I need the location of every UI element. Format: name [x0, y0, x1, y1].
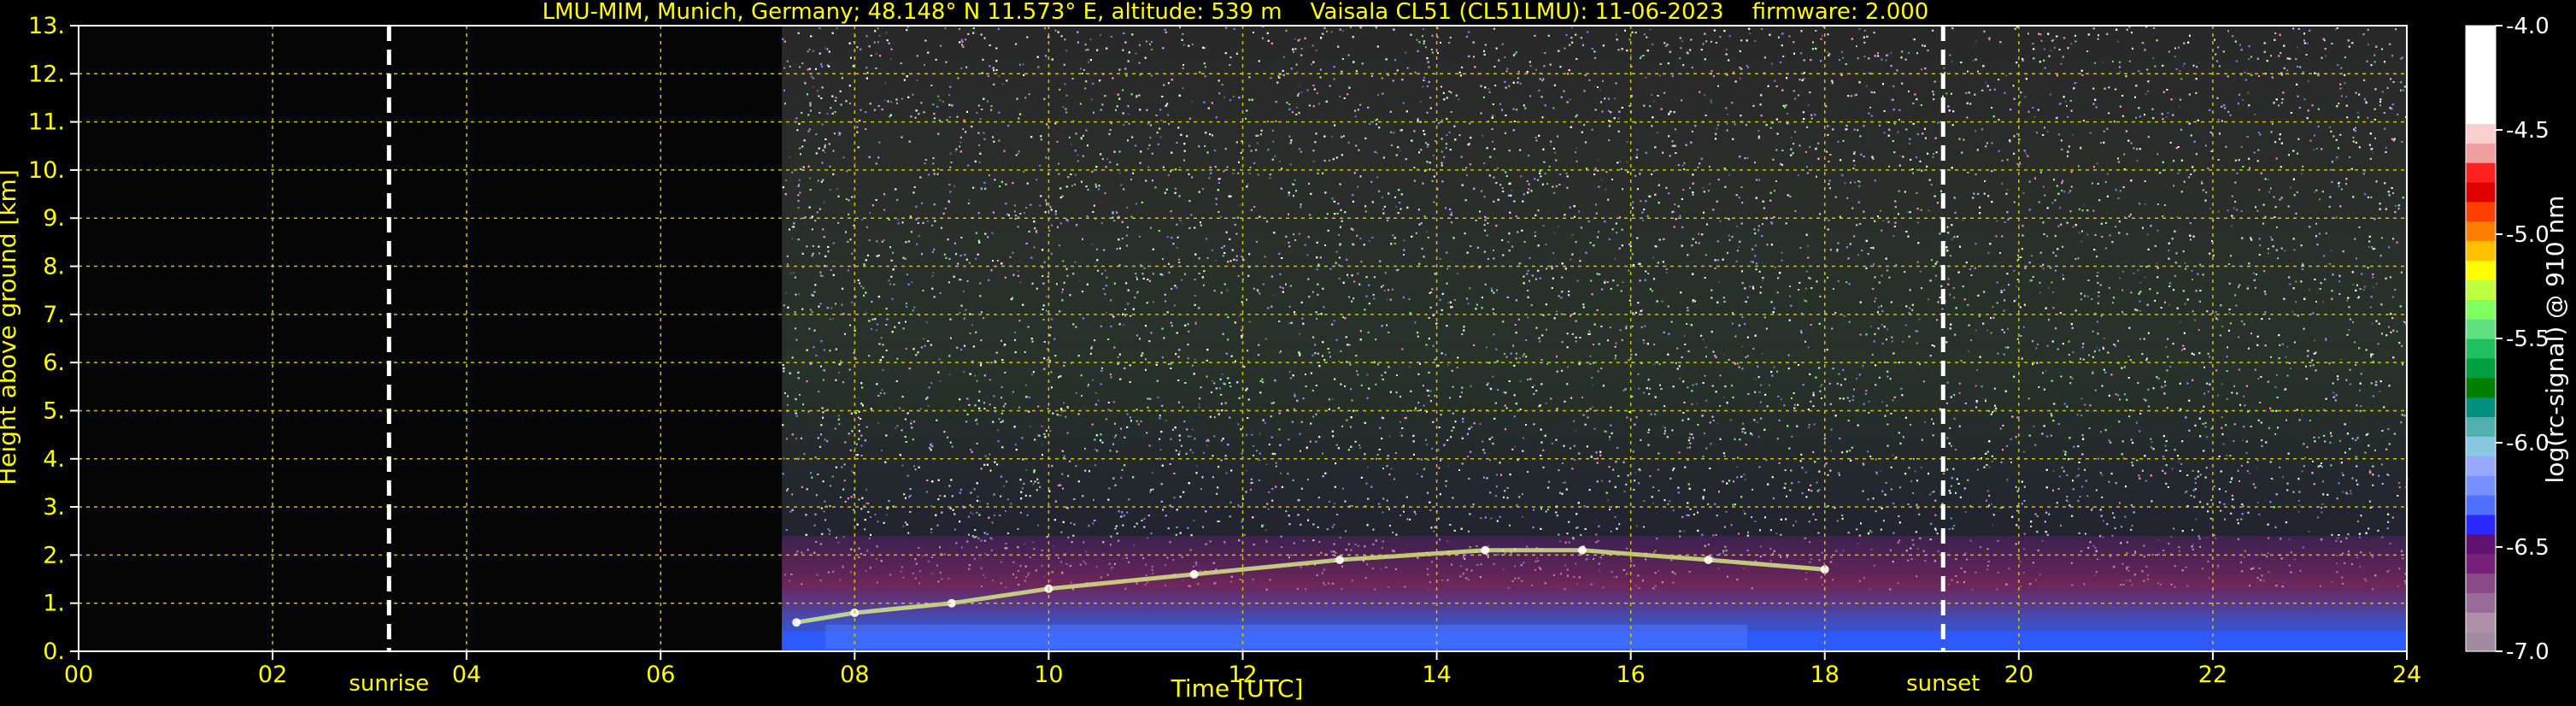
y-tick-label-1: 1. [43, 591, 65, 617]
x-tick-label-3: 06 [646, 662, 675, 688]
y-tick-label-11: 11. [28, 109, 65, 136]
y-tick-label-2: 2. [43, 542, 65, 568]
x-tick-label-5: 10 [1034, 662, 1063, 688]
colorbar-band-23 [2466, 182, 2496, 203]
y-tick-label-12: 12. [28, 61, 65, 87]
boundary-layer-point-4 [1189, 569, 1199, 579]
y-tick-label-5: 5. [43, 397, 65, 424]
colorbar-band-25 [2466, 143, 2496, 163]
x-tick-label-0: 00 [64, 662, 93, 688]
x-tick-label-11: 22 [2198, 662, 2227, 688]
boundary-layer-point-8 [1704, 556, 1713, 565]
x-tick-label-7: 14 [1422, 662, 1451, 688]
colorbar-band-14 [2466, 357, 2496, 379]
y-tick-label-3: 3. [43, 494, 65, 521]
colorbar-band-22 [2466, 201, 2496, 222]
surface-mixing-band [825, 625, 1747, 650]
x-tick-label-1: 02 [258, 662, 287, 688]
colorbar-band-2 [2466, 592, 2496, 613]
signal-heatmap [782, 26, 2409, 651]
colorbar-tick-label-1: -4.5 [2506, 118, 2550, 144]
colorbar-band-11 [2466, 416, 2496, 437]
colorbar-band-4 [2466, 553, 2496, 574]
colorbar-band-31 [2466, 26, 2496, 46]
x-axis-label: Time [UTC] [1171, 674, 1304, 703]
colorbar-band-18 [2466, 279, 2496, 300]
boundary-layer-point-5 [1335, 556, 1345, 565]
boundary-layer-point-7 [1577, 545, 1587, 555]
colorbar-band-30 [2466, 44, 2496, 66]
y-tick-label-10: 10. [28, 157, 65, 184]
x-tick-label-2: 04 [452, 662, 481, 688]
colorbar-band-27 [2466, 103, 2496, 124]
x-tick-label-4: 08 [840, 662, 869, 688]
x-tick-label-8: 16 [1616, 662, 1645, 688]
colorbar-band-21 [2466, 221, 2496, 242]
colorbar-band-10 [2466, 436, 2496, 456]
sunset-label: sunset [1906, 671, 1980, 697]
chart-title: LMU-MIM, Munich, Germany; 48.148° N 11.5… [543, 0, 1929, 25]
colorbar-band-28 [2466, 84, 2496, 105]
colorbar-tick-label-6: -7.0 [2506, 639, 2550, 665]
y-tick-label-8: 8. [43, 254, 65, 280]
colorbar-band-12 [2466, 397, 2496, 418]
y-tick-label-9: 9. [43, 205, 65, 232]
y-axis-label: Height above ground [km] [0, 169, 21, 485]
colorbar-band-29 [2466, 64, 2496, 85]
boundary-layer-point-0 [792, 618, 801, 627]
y-tick-label-0: 0. [43, 638, 65, 665]
colorbar-band-8 [2466, 475, 2496, 496]
x-tick-label-9: 18 [1810, 662, 1840, 688]
colorbar-band-3 [2466, 573, 2496, 593]
y-tick-label-13: 13. [28, 13, 65, 39]
colorbar-tick-label-0: -4.0 [2506, 14, 2550, 39]
colorbar-tick-label-5: -6.5 [2506, 535, 2550, 561]
x-tick-label-12: 24 [2392, 662, 2421, 688]
colorbar-band-0 [2466, 632, 2496, 652]
colorbar-band-17 [2466, 299, 2496, 320]
colorbar-label: log(rc-signal) @ 910 nm [2541, 196, 2569, 484]
lidar-chart: LMU-MIM, Munich, Germany; 48.148° N 11.5… [0, 0, 2576, 706]
colorbar-band-6 [2466, 514, 2496, 535]
colorbar-band-20 [2466, 240, 2496, 262]
colorbar-band-26 [2466, 123, 2496, 144]
plot-area: sunrise sunset 00 02 04 06 08 10 12 14 16 18 20 22 24… [28, 13, 2421, 697]
y-tick-label-6: 6. [43, 350, 65, 376]
y-tick-label-7: 7. [43, 302, 65, 328]
sunrise-label: sunrise [349, 671, 429, 697]
colorbar-band-24 [2466, 162, 2496, 183]
x-tick-label-10: 20 [2004, 662, 2033, 688]
colorbar-band-16 [2466, 319, 2496, 339]
colorbar-band-9 [2466, 456, 2496, 476]
colorbar-band-1 [2466, 612, 2496, 632]
colorbar-band-5 [2466, 533, 2496, 555]
colorbar-band-15 [2466, 338, 2496, 359]
colorbar-band-19 [2466, 260, 2496, 280]
boundary-layer-point-6 [1481, 545, 1490, 555]
colorbar-band-7 [2466, 495, 2496, 515]
y-tick-label-4: 4. [43, 446, 65, 473]
colorbar-band-13 [2466, 377, 2496, 398]
